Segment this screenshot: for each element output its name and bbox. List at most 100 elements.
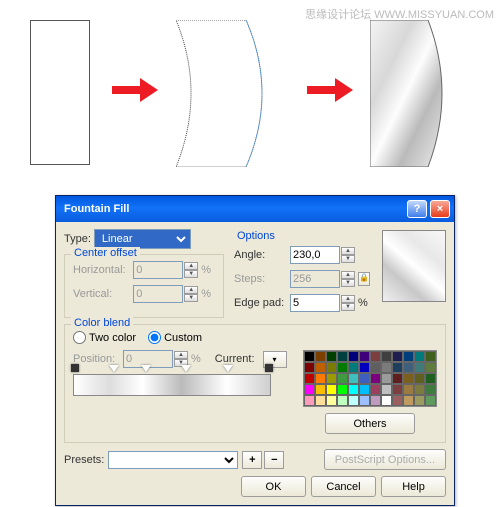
palette-color[interactable]: [403, 373, 414, 384]
vertical-label: Vertical:: [73, 288, 129, 300]
palette-color[interactable]: [326, 384, 337, 395]
gradient-preview: [382, 230, 446, 302]
palette-color[interactable]: [337, 351, 348, 362]
type-select[interactable]: Linear: [95, 230, 190, 248]
palette-color[interactable]: [403, 384, 414, 395]
presets-label: Presets:: [64, 454, 104, 466]
palette-color[interactable]: [359, 373, 370, 384]
palette-color[interactable]: [370, 373, 381, 384]
type-label: Type:: [64, 233, 91, 245]
shapes-illustration: [0, 0, 500, 180]
shape-rectangle: [30, 20, 90, 165]
palette-color[interactable]: [381, 373, 392, 384]
position-label: Position:: [73, 353, 119, 365]
palette-color[interactable]: [304, 373, 315, 384]
arrow-icon: [305, 75, 355, 105]
palette-color[interactable]: [304, 384, 315, 395]
palette-color[interactable]: [392, 395, 403, 406]
palette-color[interactable]: [326, 395, 337, 406]
color-blend-group: Color blend Two color Custom Position: ▲…: [64, 324, 446, 443]
palette-color[interactable]: [370, 362, 381, 373]
palette-color[interactable]: [414, 373, 425, 384]
palette-color[interactable]: [403, 395, 414, 406]
shape-gradient: [370, 20, 456, 165]
palette-color[interactable]: [315, 351, 326, 362]
gradient-editor[interactable]: [73, 374, 293, 396]
palette-color[interactable]: [326, 351, 337, 362]
help-icon[interactable]: ?: [407, 200, 427, 218]
dialog-title: Fountain Fill: [60, 203, 404, 215]
palette-color[interactable]: [337, 384, 348, 395]
fountain-fill-dialog: Fountain Fill ? × Type: Linear Center of…: [55, 195, 455, 506]
preset-remove-button[interactable]: −: [264, 451, 284, 469]
palette-color[interactable]: [359, 384, 370, 395]
palette-color[interactable]: [425, 384, 436, 395]
palette-color[interactable]: [392, 384, 403, 395]
palette-color[interactable]: [348, 373, 359, 384]
palette-color[interactable]: [414, 362, 425, 373]
palette-color[interactable]: [381, 384, 392, 395]
palette-color[interactable]: [425, 373, 436, 384]
palette-color[interactable]: [337, 395, 348, 406]
help-button[interactable]: Help: [381, 476, 446, 497]
palette-color[interactable]: [425, 362, 436, 373]
presets-select[interactable]: [108, 451, 238, 469]
palette-color[interactable]: [414, 351, 425, 362]
palette-color[interactable]: [370, 351, 381, 362]
close-icon[interactable]: ×: [430, 200, 450, 218]
palette-color[interactable]: [304, 395, 315, 406]
palette-color[interactable]: [315, 384, 326, 395]
preset-add-button[interactable]: +: [242, 451, 262, 469]
custom-radio[interactable]: Custom: [148, 331, 202, 344]
palette-color[interactable]: [370, 384, 381, 395]
palette-color[interactable]: [381, 362, 392, 373]
center-offset-group: Center offset Horizontal: ▲▼ % Vertical:…: [64, 254, 224, 318]
palette-color[interactable]: [425, 351, 436, 362]
palette-color[interactable]: [392, 351, 403, 362]
palette-color[interactable]: [348, 395, 359, 406]
palette-color[interactable]: [425, 395, 436, 406]
angle-label: Angle:: [234, 249, 286, 261]
palette-color[interactable]: [359, 395, 370, 406]
palette-color[interactable]: [414, 395, 425, 406]
color-palette[interactable]: [303, 350, 437, 407]
palette-color[interactable]: [315, 373, 326, 384]
shape-curved: [176, 20, 281, 165]
others-button[interactable]: Others: [325, 413, 415, 434]
position-spinner: ▲▼: [123, 350, 188, 368]
two-color-radio[interactable]: Two color: [73, 331, 136, 344]
palette-color[interactable]: [304, 351, 315, 362]
options-legend: Options: [234, 230, 278, 242]
palette-color[interactable]: [359, 351, 370, 362]
lock-icon[interactable]: 🔒: [358, 272, 370, 286]
palette-color[interactable]: [326, 362, 337, 373]
horizontal-spinner: ▲▼: [133, 261, 198, 279]
cancel-button[interactable]: Cancel: [311, 476, 376, 497]
ok-button[interactable]: OK: [241, 476, 306, 497]
palette-color[interactable]: [348, 362, 359, 373]
palette-color[interactable]: [414, 384, 425, 395]
angle-spinner[interactable]: ▲▼: [290, 246, 355, 264]
palette-color[interactable]: [315, 395, 326, 406]
palette-color[interactable]: [392, 362, 403, 373]
palette-color[interactable]: [392, 373, 403, 384]
palette-color[interactable]: [348, 384, 359, 395]
steps-label: Steps:: [234, 273, 286, 285]
edge-pad-spinner[interactable]: ▲▼: [290, 294, 355, 312]
palette-color[interactable]: [337, 362, 348, 373]
palette-color[interactable]: [304, 362, 315, 373]
palette-color[interactable]: [337, 373, 348, 384]
color-blend-legend: Color blend: [71, 317, 133, 329]
palette-color[interactable]: [359, 362, 370, 373]
palette-color[interactable]: [381, 351, 392, 362]
palette-color[interactable]: [403, 362, 414, 373]
palette-color[interactable]: [403, 351, 414, 362]
palette-color[interactable]: [381, 395, 392, 406]
palette-color[interactable]: [348, 351, 359, 362]
palette-color[interactable]: [326, 373, 337, 384]
titlebar[interactable]: Fountain Fill ? ×: [56, 196, 454, 222]
arrow-icon: [110, 75, 160, 105]
vertical-spinner: ▲▼: [133, 285, 198, 303]
palette-color[interactable]: [315, 362, 326, 373]
palette-color[interactable]: [370, 395, 381, 406]
